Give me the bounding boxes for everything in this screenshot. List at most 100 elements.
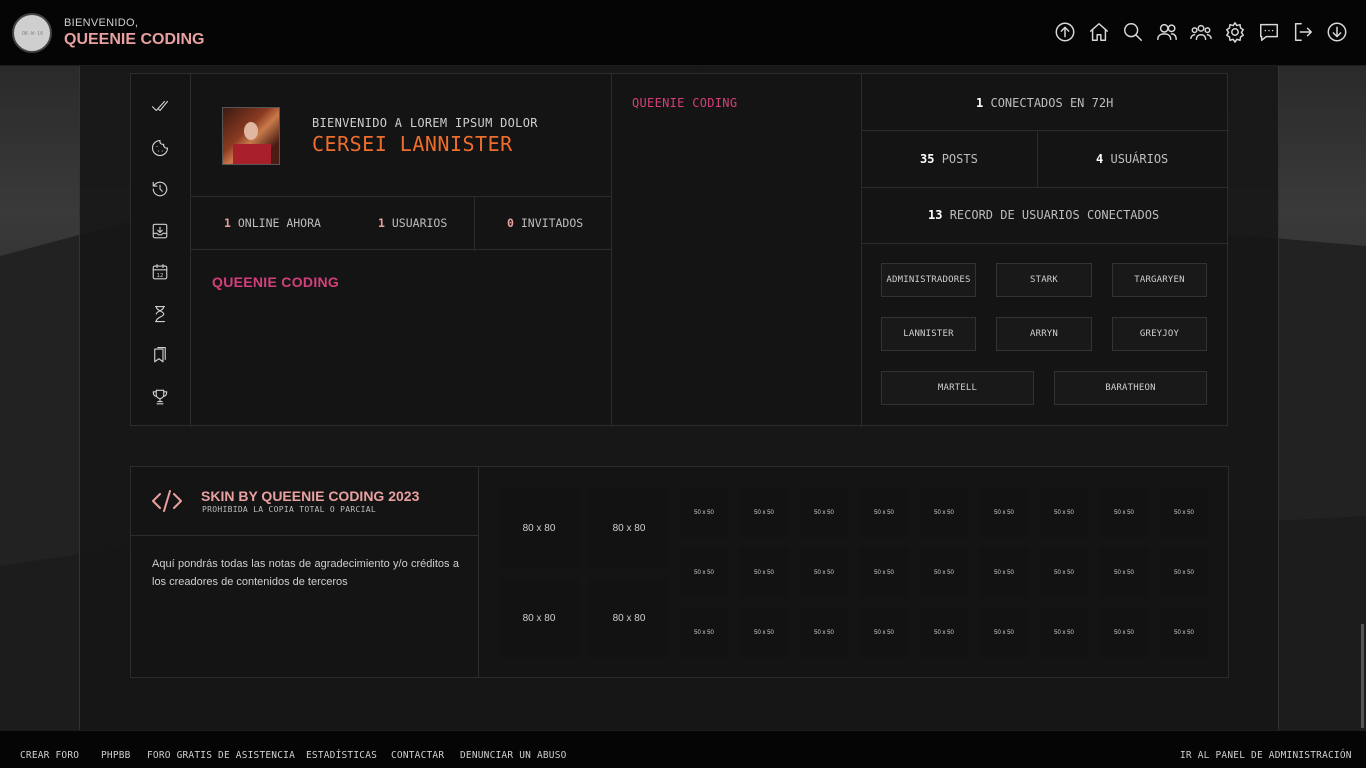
messages-icon[interactable] xyxy=(1258,21,1280,43)
group-martell[interactable]: MARTELL xyxy=(881,371,1034,405)
top-nav-icons xyxy=(1054,21,1348,43)
credits-subtitle: PROHIBIDA LA COPIA TOTAL O PARCIAL xyxy=(202,505,376,514)
cookie-icon[interactable] xyxy=(151,139,169,157)
divider xyxy=(861,130,1229,131)
connected-72h: 1 CONECTADOS EN 72H xyxy=(976,96,1114,110)
trophy-icon[interactable] xyxy=(151,388,169,406)
footer-link-crear-foro[interactable]: CREAR FORO xyxy=(20,750,79,761)
group-icon[interactable] xyxy=(1190,21,1212,43)
credit-image-small[interactable]: 50 x 50 xyxy=(799,488,849,538)
footer-link-phpbb[interactable]: PHPBB xyxy=(101,750,131,761)
divider xyxy=(1037,131,1038,187)
archive-icon[interactable] xyxy=(151,222,169,240)
credit-image-small[interactable]: 50 x 50 xyxy=(859,548,909,598)
credit-image-small[interactable]: 50 x 50 xyxy=(739,548,789,598)
stat-divider xyxy=(474,197,475,251)
credit-image-small[interactable]: 50 x 50 xyxy=(739,488,789,538)
profile-subtitle: BIENVENIDO A LOREM IPSUM DOLOR xyxy=(312,116,538,130)
group-targaryen[interactable]: TARGARYEN xyxy=(1112,263,1207,297)
users-icon[interactable] xyxy=(1156,21,1178,43)
profile-avatar[interactable] xyxy=(222,107,280,165)
credit-image-large[interactable]: 80 x 80 xyxy=(589,488,669,568)
credits-title: SKIN BY QUEENIE CODING 2023 xyxy=(201,488,420,504)
footer-admin-link[interactable]: IR AL PANEL DE ADMINISTRACIÓN xyxy=(1180,750,1352,761)
credits-text: Aquí pondrás todas las notas de agradeci… xyxy=(152,558,459,588)
sidebar: 12 xyxy=(131,74,191,427)
top-bar: OK·W·10 BIENVENIDO, QUEENIE CODING xyxy=(0,0,1366,66)
credit-image-small[interactable]: 50 x 50 xyxy=(679,488,729,538)
avatar[interactable]: OK·W·10 xyxy=(12,13,52,53)
record-users: 13 RECORD DE USUARIOS CONECTADOS xyxy=(928,208,1160,222)
profile-name[interactable]: CERSEI LANNISTER xyxy=(312,132,513,156)
footer-link-estadisticas[interactable]: ESTADÍSTICAS xyxy=(306,750,377,761)
credits-info: SKIN BY QUEENIE CODING 2023 PROHIBIDA LA… xyxy=(131,467,479,677)
group-greyjoy[interactable]: GREYJOY xyxy=(1112,317,1207,351)
svg-text:12: 12 xyxy=(157,273,164,279)
stat-online-now: 1 ONLINE AHORA xyxy=(224,216,321,230)
credit-image-small[interactable]: 50 x 50 xyxy=(1039,488,1089,538)
credit-image-small[interactable]: 50 x 50 xyxy=(679,608,729,658)
group-arryn[interactable]: ARRYN xyxy=(996,317,1092,351)
divider xyxy=(861,243,1229,244)
credit-image-small[interactable]: 50 x 50 xyxy=(1099,608,1149,658)
credit-image-small[interactable]: 50 x 50 xyxy=(799,608,849,658)
users-count: 4 USUÁRIOS xyxy=(1096,152,1169,166)
stat-guests: 0 INVITADOS xyxy=(507,216,584,230)
credit-image-small[interactable]: 50 x 50 xyxy=(1159,548,1209,598)
footer-link-denunciar[interactable]: DENUNCIAR UN ABUSO xyxy=(460,750,567,761)
group-administradores[interactable]: ADMINISTRADORES xyxy=(881,263,976,297)
credit-image-small[interactable]: 50 x 50 xyxy=(1039,548,1089,598)
column-divider xyxy=(861,74,862,427)
welcome-username[interactable]: QUEENIE CODING xyxy=(64,31,204,49)
search-icon[interactable] xyxy=(1122,21,1144,43)
credit-image-small[interactable]: 50 x 50 xyxy=(1159,488,1209,538)
credit-image-small[interactable]: 50 x 50 xyxy=(919,608,969,658)
group-baratheon[interactable]: BARATHEON xyxy=(1054,371,1207,405)
stat-users: 1 USUARIOS xyxy=(378,216,448,230)
credit-image-small[interactable]: 50 x 50 xyxy=(919,488,969,538)
credit-image-small[interactable]: 50 x 50 xyxy=(679,548,729,598)
bookmarks-icon[interactable] xyxy=(151,346,169,364)
credit-image-small[interactable]: 50 x 50 xyxy=(799,548,849,598)
divider xyxy=(131,535,479,536)
credit-image-small[interactable]: 50 x 50 xyxy=(1159,608,1209,658)
arrow-down-circle-icon[interactable] xyxy=(1326,21,1348,43)
middle-title[interactable]: QUEENIE CODING xyxy=(632,96,737,110)
settings-icon[interactable] xyxy=(1224,21,1246,43)
credit-image-small[interactable]: 50 x 50 xyxy=(919,548,969,598)
credit-image-small[interactable]: 50 x 50 xyxy=(859,608,909,658)
scrollbar[interactable] xyxy=(1361,624,1364,728)
avatar-text: OK·W·10 xyxy=(22,31,44,37)
logout-icon[interactable] xyxy=(1292,21,1314,43)
footer-link-contactar[interactable]: CONTACTAR xyxy=(391,750,444,761)
check-icon[interactable] xyxy=(151,97,169,115)
footer: CREAR FORO PHPBB FORO GRATIS DE ASISTENC… xyxy=(0,730,1366,768)
hourglass-icon[interactable] xyxy=(151,305,169,323)
history-icon[interactable] xyxy=(151,180,169,198)
footer-link-asistencia[interactable]: FORO GRATIS DE ASISTENCIA xyxy=(147,750,295,761)
home-icon[interactable] xyxy=(1088,21,1110,43)
credit-image-large[interactable]: 80 x 80 xyxy=(589,578,669,658)
group-stark[interactable]: STARK xyxy=(996,263,1092,297)
credits-panel: SKIN BY QUEENIE CODING 2023 PROHIBIDA LA… xyxy=(130,466,1229,678)
column-divider xyxy=(611,74,612,427)
credit-image-large[interactable]: 80 x 80 xyxy=(499,488,579,568)
online-stats: 1 ONLINE AHORA 1 USUARIOS 0 INVITADOS xyxy=(191,196,611,251)
group-lannister[interactable]: LANNISTER xyxy=(881,317,976,351)
credit-image-small[interactable]: 50 x 50 xyxy=(739,608,789,658)
credit-image-small[interactable]: 50 x 50 xyxy=(1099,488,1149,538)
credit-image-small[interactable]: 50 x 50 xyxy=(979,548,1029,598)
arrow-up-circle-icon[interactable] xyxy=(1054,21,1076,43)
credit-image-small[interactable]: 50 x 50 xyxy=(1039,608,1089,658)
welcome-greeting: BIENVENIDO, xyxy=(64,17,139,29)
credit-image-large[interactable]: 80 x 80 xyxy=(499,578,579,658)
posts-count: 35 POSTS xyxy=(920,152,978,166)
credit-image-small[interactable]: 50 x 50 xyxy=(859,488,909,538)
credit-image-small[interactable]: 50 x 50 xyxy=(979,608,1029,658)
main-panel: 12 BIENVENIDO A LOREM IPSUM DOLOR CERSEI… xyxy=(130,73,1229,427)
credit-image-small[interactable]: 50 x 50 xyxy=(979,488,1029,538)
code-icon xyxy=(151,489,183,513)
online-list-user[interactable]: QUEENIE CODING xyxy=(212,274,339,290)
calendar-icon[interactable]: 12 xyxy=(151,263,169,281)
credit-image-small[interactable]: 50 x 50 xyxy=(1099,548,1149,598)
